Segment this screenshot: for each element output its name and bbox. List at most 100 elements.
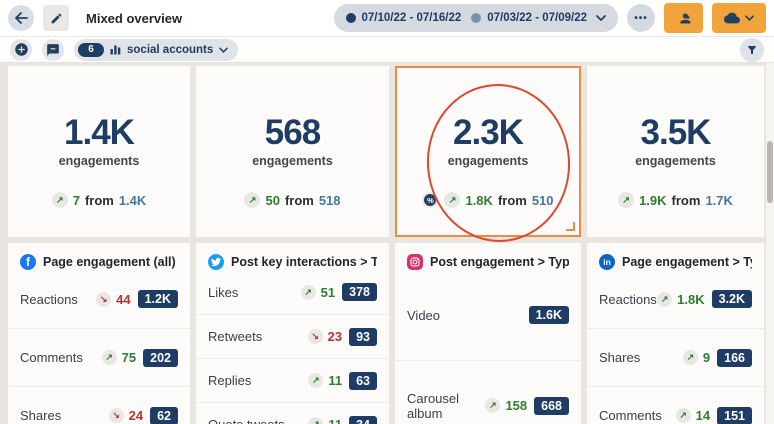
value-badge: 1.6K	[529, 306, 569, 324]
metric-change: ↘ 44 1.2K	[96, 290, 178, 308]
bar-chart-icon	[110, 44, 121, 55]
social-accounts-selector[interactable]: 6 social accounts	[74, 39, 238, 61]
accounts-label: social accounts	[127, 44, 213, 56]
date-range-selector[interactable]: 07/10/22 - 07/16/22 07/03/22 - 07/09/22	[334, 4, 619, 32]
comments-button[interactable]	[42, 39, 64, 61]
page-title: Mixed overview	[86, 11, 182, 26]
value-badge: 93	[349, 328, 377, 346]
share-report-button[interactable]	[664, 3, 703, 33]
chat-bubble-icon	[46, 43, 60, 57]
change-value: 1.8K	[465, 193, 492, 208]
value-badge: 202	[143, 349, 178, 367]
add-widget-button[interactable]	[10, 39, 32, 61]
metric-row: Shares ↗ 9 166	[587, 328, 764, 386]
facebook-icon: f	[20, 254, 36, 270]
value-badge: 668	[534, 397, 569, 415]
metric-change: ↗ 11 63	[308, 372, 377, 390]
previous-value: 1.4K	[119, 193, 146, 208]
card-header: in Page engagement > Type	[587, 243, 764, 270]
change-value: 51	[321, 285, 335, 300]
trend-up-icon: ↗	[102, 350, 117, 365]
scrollbar-thumb[interactable]	[767, 141, 773, 203]
more-options-button[interactable]: •••	[627, 4, 655, 32]
scrollbar-track[interactable]	[766, 63, 774, 424]
kpi-metric-label: engagements	[448, 154, 529, 168]
metric-label: Comments	[599, 408, 662, 423]
kpi-value: 2.3K	[453, 114, 523, 152]
metric-label: Shares	[599, 350, 640, 365]
kpi-card-engagements-1[interactable]: 1.4K engagements ↗ 7 from 1.4K	[8, 66, 190, 237]
metric-row: Likes ↗ 51 378	[196, 270, 389, 314]
value-badge: 63	[349, 372, 377, 390]
metric-row: Shares ↘ 24 62	[8, 386, 190, 424]
export-button[interactable]	[712, 3, 766, 33]
value-badge: 34	[349, 416, 377, 424]
change-value: 11	[328, 417, 342, 424]
chevron-down-icon	[596, 15, 606, 21]
previous-value: 510	[532, 193, 554, 208]
metric-row: Reactions ↘ 44 1.2K	[8, 270, 190, 328]
filter-button[interactable]	[740, 38, 764, 62]
card-title: Post engagement > Type	[430, 255, 569, 269]
linkedin-icon: in	[599, 254, 615, 270]
metric-row: Quote tweets ↗ 11 34	[196, 402, 389, 424]
trend-up-icon: ↗	[618, 192, 634, 208]
metric-change: ↗ 51 378	[301, 283, 377, 301]
from-word: from	[498, 193, 527, 208]
metric-row: Comments ↗ 14 151	[587, 386, 764, 424]
kpi-value: 1.4K	[64, 114, 134, 152]
card-header: f Page engagement (all) > T...	[8, 243, 190, 270]
person-add-icon	[676, 11, 691, 26]
metric-label: Comments	[20, 350, 83, 365]
kpi-change-line: % ↗ 1.8K from 510	[422, 192, 553, 208]
change-value: 44	[116, 292, 130, 307]
trend-up-icon: ↗	[485, 398, 500, 413]
card-header: Post engagement > Type	[395, 243, 581, 270]
edit-button[interactable]	[43, 5, 69, 31]
funnel-icon	[746, 44, 758, 56]
metric-change: ↗ 158 668	[485, 397, 569, 415]
trend-up-icon: ↗	[52, 192, 68, 208]
card-title: Page engagement > Type	[622, 255, 752, 269]
kpi-value: 3.5K	[641, 114, 711, 152]
widget-resize-handle[interactable]	[566, 222, 575, 231]
widget-toolbar: 6 social accounts	[0, 37, 774, 63]
metric-change: ↗ 1.8K 3.2K	[657, 290, 752, 308]
accounts-count-badge: 6	[78, 43, 104, 57]
kpi-card-engagements-2[interactable]: 568 engagements ↗ 50 from 518	[196, 66, 389, 237]
percent-toggle-icon[interactable]: %	[422, 192, 438, 208]
metric-change: ↘ 23 93	[308, 328, 377, 346]
metric-label: Likes	[208, 285, 238, 300]
trend-up-icon: ↗	[301, 285, 316, 300]
metric-label: Reactions	[20, 292, 78, 307]
metric-change: ↗ 9 166	[683, 349, 752, 367]
change-value: 1.8K	[677, 292, 704, 307]
metric-change: ↗ 75 202	[102, 349, 178, 367]
metric-label: Replies	[208, 373, 251, 388]
value-badge: 3.2K	[712, 290, 752, 308]
chevron-down-icon	[745, 15, 754, 21]
metric-label: Shares	[20, 408, 61, 423]
linkedin-engagement-card[interactable]: in Page engagement > Type Reactions ↗ 1.…	[587, 243, 764, 424]
metric-row: Reactions ↗ 1.8K 3.2K	[587, 270, 764, 328]
facebook-engagement-card[interactable]: f Page engagement (all) > T... Reactions…	[8, 243, 190, 424]
metric-change: ↘ 24 62	[109, 407, 178, 424]
current-period-dot	[346, 13, 356, 23]
instagram-icon	[407, 254, 423, 270]
trend-up-icon: ↗	[308, 373, 323, 388]
kpi-change-line: ↗ 50 from 518	[244, 192, 340, 208]
kpi-card-engagements-3-selected[interactable]: 2.3K engagements % ↗ 1.8K from 510	[395, 66, 581, 237]
instagram-engagement-card[interactable]: Post engagement > Type Video 1.6K Carous…	[395, 243, 581, 424]
metric-row: Retweets ↘ 23 93	[196, 314, 389, 358]
change-value: 50	[265, 193, 279, 208]
from-word: from	[85, 193, 114, 208]
kpi-value: 568	[265, 114, 320, 152]
change-value: 1.9K	[639, 193, 666, 208]
back-button[interactable]	[8, 5, 34, 31]
metric-row: Replies ↗ 11 63	[196, 358, 389, 402]
twitter-interactions-card[interactable]: Post key interactions > Type Likes ↗ 51 …	[196, 243, 389, 424]
trend-down-icon: ↘	[96, 292, 111, 307]
kpi-card-engagements-4[interactable]: 3.5K engagements ↗ 1.9K from 1.7K	[587, 66, 764, 237]
kpi-metric-label: engagements	[59, 154, 140, 168]
dashboard-canvas: 1.4K engagements ↗ 7 from 1.4K 568 engag…	[0, 63, 774, 424]
